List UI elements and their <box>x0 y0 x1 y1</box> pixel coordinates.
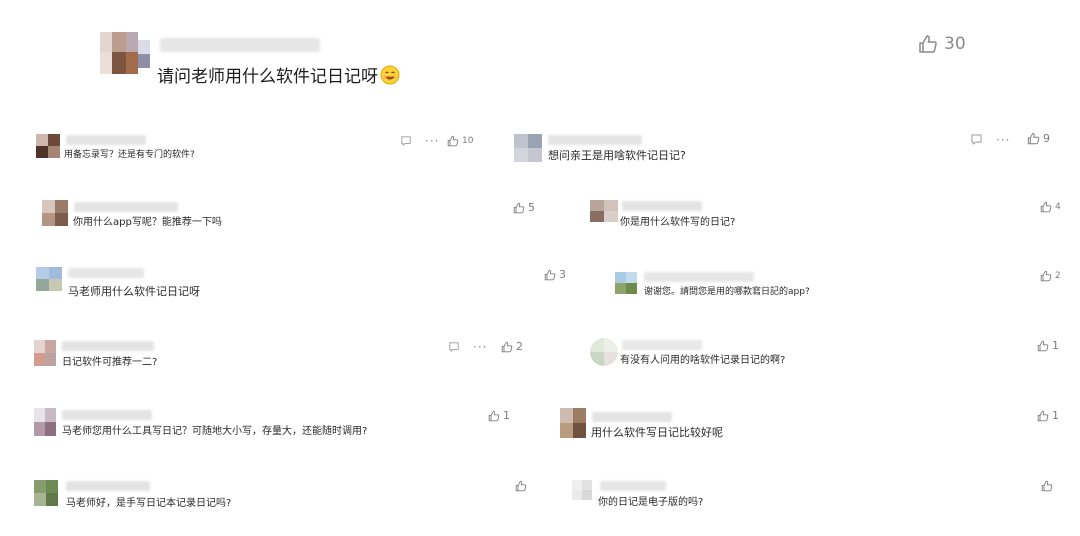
thumbs-up-icon <box>1037 340 1049 352</box>
commenter-name[interactable] <box>66 135 146 145</box>
comment-text: 用什么软件写日记比较好呢 <box>591 426 723 439</box>
commenter-name[interactable] <box>548 135 642 145</box>
post-author-name[interactable] <box>160 38 320 52</box>
more-icon[interactable]: ··· <box>473 341 487 353</box>
comment-like-button[interactable] <box>515 480 530 492</box>
commenter-name[interactable] <box>622 340 702 350</box>
commenter-avatar[interactable] <box>590 338 618 366</box>
commenter-name[interactable] <box>600 481 666 491</box>
commenter-name[interactable] <box>644 272 754 282</box>
post-like-button[interactable]: 30 <box>918 34 966 54</box>
comment-like-button[interactable]: 10 <box>447 135 473 147</box>
comment-text: 马老师您用什么工具写日记？可随地大小写，存量大，还能随时调用? <box>62 426 368 437</box>
comment-text: 马老师好，是手写日记本记录日记吗? <box>66 498 232 509</box>
comment-like-button[interactable]: 2 <box>501 340 523 353</box>
post-title: 请问老师用什么软件记日记呀 <box>157 62 400 87</box>
commenter-avatar[interactable] <box>36 134 60 158</box>
comment-like-button[interactable]: 1 <box>1037 339 1059 352</box>
thumbs-up-icon <box>515 480 527 492</box>
like-count: 4 <box>1055 202 1061 212</box>
comment-text: 用备忘录写？还是有专门的软件? <box>64 150 195 160</box>
thumbs-up-icon <box>501 341 513 353</box>
commenter-avatar[interactable] <box>514 134 542 162</box>
comment-text: 有没有人问用的啥软件记录日记的啊? <box>620 355 786 366</box>
like-count: 2 <box>516 340 523 353</box>
comment-like-button[interactable]: 4 <box>1040 201 1061 213</box>
thumbs-up-icon <box>1041 480 1053 492</box>
post-title-text: 请问老师用什么软件记日记呀 <box>157 67 378 87</box>
commenter-avatar[interactable] <box>42 200 68 226</box>
comment-text: 想问亲王是用啥软件记日记? <box>548 149 686 162</box>
like-count: 2 <box>1055 271 1061 281</box>
like-count: 1 <box>503 409 510 422</box>
comment-like-button[interactable]: 1 <box>488 409 510 422</box>
comment-text: 日记软件可推荐一二? <box>62 357 158 368</box>
commenter-name[interactable] <box>66 481 150 491</box>
commenter-avatar[interactable] <box>34 408 56 436</box>
commenter-name[interactable] <box>592 412 672 422</box>
like-count: 1 <box>1052 339 1059 352</box>
post-author-avatar[interactable] <box>100 32 150 74</box>
comment-text: 谢谢您。請問您是用的哪款寫日記的app? <box>644 287 810 297</box>
thumbs-up-icon <box>544 269 556 281</box>
reply-icon[interactable] <box>400 135 412 147</box>
more-icon[interactable]: ··· <box>425 135 439 147</box>
commenter-name[interactable] <box>74 202 178 212</box>
commenter-name[interactable] <box>62 410 152 420</box>
like-count: 10 <box>462 136 474 146</box>
comment-like-button[interactable]: 3 <box>544 268 566 281</box>
thumbs-up-icon <box>1027 132 1040 145</box>
comment-actions: ··· <box>448 341 487 353</box>
thumbs-up-icon <box>1040 201 1052 213</box>
like-count: 3 <box>559 268 566 281</box>
commenter-avatar[interactable] <box>590 200 618 222</box>
thumbs-up-icon <box>488 410 500 422</box>
commenter-avatar[interactable] <box>34 340 56 366</box>
comment-text: 马老师用什么软件记日记呀 <box>68 285 200 298</box>
comment-actions: ··· <box>400 135 439 147</box>
commenter-avatar[interactable] <box>560 408 586 438</box>
thumbs-up-icon <box>918 34 938 54</box>
thumbs-up-icon <box>1037 410 1049 422</box>
comment-like-button[interactable]: 5 <box>513 201 535 214</box>
like-count: 5 <box>528 201 535 214</box>
post-like-count: 30 <box>944 34 966 54</box>
commenter-name[interactable] <box>62 341 154 351</box>
commenter-name[interactable] <box>68 268 144 278</box>
thumbs-up-icon <box>513 202 525 214</box>
like-count: 1 <box>1052 409 1059 422</box>
reply-icon[interactable] <box>448 341 460 353</box>
thumbs-up-icon <box>1040 270 1052 282</box>
comment-like-button[interactable]: 2 <box>1040 270 1061 282</box>
comment-actions: ··· <box>970 133 1010 146</box>
reply-icon[interactable] <box>970 133 983 146</box>
commenter-avatar[interactable] <box>572 480 592 500</box>
smile-emoji-icon <box>380 65 400 84</box>
comment-like-button[interactable]: 9 <box>1027 132 1050 145</box>
comment-like-button[interactable]: 1 <box>1037 409 1059 422</box>
commenter-avatar[interactable] <box>36 267 62 291</box>
thumbs-up-icon <box>447 135 459 147</box>
comment-text: 你用什么app写呢？能推荐一下吗 <box>73 217 222 228</box>
comment-like-button[interactable] <box>1041 480 1056 492</box>
more-icon[interactable]: ··· <box>996 134 1010 146</box>
commenter-name[interactable] <box>622 201 702 211</box>
commenter-avatar[interactable] <box>615 272 637 294</box>
comment-text: 你是用什么软件写的日记? <box>620 217 736 228</box>
commenter-avatar[interactable] <box>34 480 58 506</box>
comment-text: 你的日记是电子版的吗? <box>598 497 704 508</box>
like-count: 9 <box>1043 132 1050 145</box>
